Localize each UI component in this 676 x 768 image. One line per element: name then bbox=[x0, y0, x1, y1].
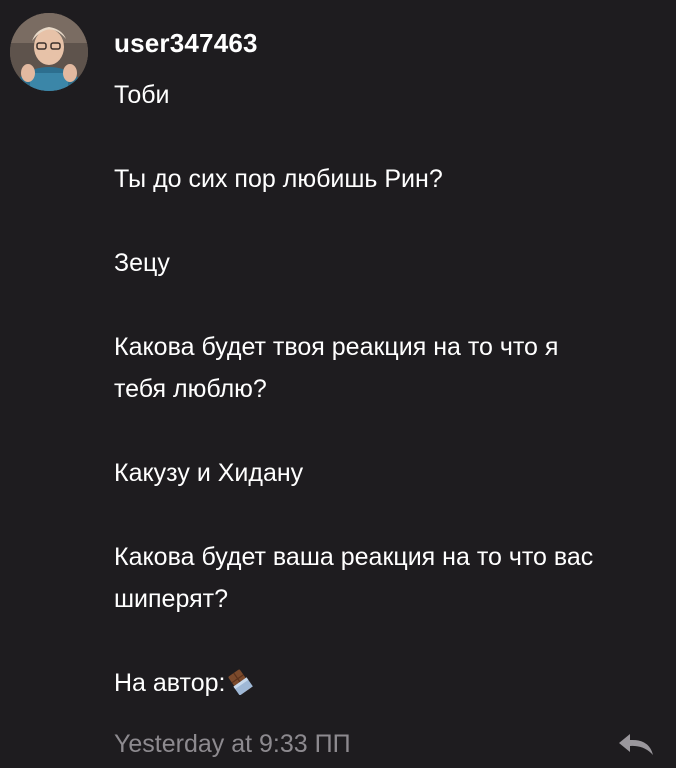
comment-line: Зецу bbox=[114, 249, 170, 277]
comment-body: Тоби Ты до сих пор любишь Рин? Зецу Како… bbox=[114, 76, 664, 706]
comment-line: Какова будет твоя реакция на то что я bbox=[114, 333, 559, 361]
comment-line: Ты до сих пор любишь Рин? bbox=[114, 165, 443, 193]
username[interactable]: user347463 bbox=[114, 27, 258, 59]
comment-line: Какова будет ваша реакция на то что вас bbox=[114, 543, 594, 571]
avatar-image bbox=[10, 13, 88, 91]
timestamp: Yesterday at 9:33 ПП bbox=[114, 730, 351, 758]
reply-arrow-icon bbox=[619, 734, 653, 755]
comment: user347463 Тоби Ты до сих пор любишь Рин… bbox=[0, 0, 676, 768]
comment-line: Какузу и Хидану bbox=[114, 459, 304, 487]
comment-line: тебя люблю? bbox=[114, 375, 267, 403]
comment-footer: Yesterday at 9:33 ПП bbox=[114, 727, 664, 761]
comment-line: шиперят? bbox=[114, 585, 228, 613]
avatar[interactable] bbox=[10, 13, 88, 91]
chocolate-bar-icon bbox=[227, 668, 254, 706]
reply-button[interactable] bbox=[616, 729, 656, 759]
comment-line: Тоби bbox=[114, 81, 170, 109]
comment-last-line: На автор: bbox=[114, 664, 664, 706]
comment-line-text: На автор: bbox=[114, 669, 226, 697]
